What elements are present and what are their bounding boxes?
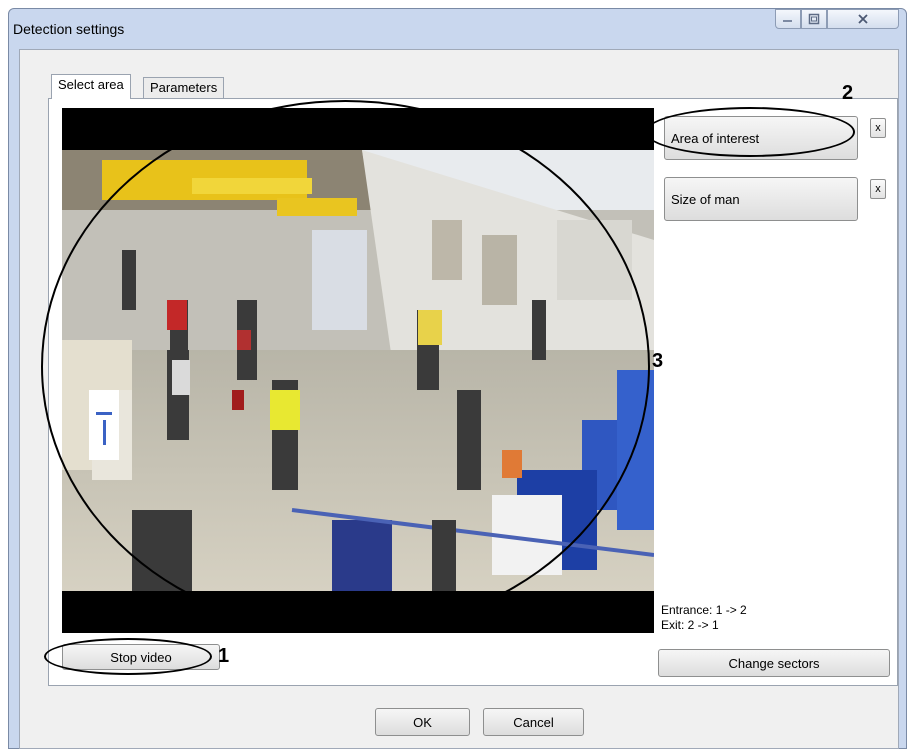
callout-3: 3 bbox=[652, 350, 664, 372]
camera-frame-image bbox=[62, 150, 654, 591]
maximize-icon bbox=[808, 13, 820, 25]
size-of-man-button[interactable]: Size of man bbox=[664, 177, 858, 221]
maximize-button[interactable] bbox=[801, 9, 827, 29]
tab-parameters[interactable]: Parameters bbox=[143, 77, 225, 99]
close-icon bbox=[858, 14, 868, 24]
entrance-info: Entrance: 1 -> 2 bbox=[661, 603, 747, 617]
window-title: Detection settings bbox=[13, 21, 125, 37]
stop-video-button[interactable]: Stop video bbox=[62, 644, 220, 670]
tab-select-area[interactable]: Select area bbox=[51, 74, 131, 99]
remove-size-of-man-button[interactable]: x bbox=[870, 179, 886, 199]
cancel-button[interactable]: Cancel bbox=[483, 708, 584, 736]
dialog-content: Select area Parameters Area of interest … bbox=[19, 49, 899, 749]
remove-area-of-interest-button[interactable]: x bbox=[870, 118, 886, 138]
detection-settings-window: Detection settings Select area Parameter… bbox=[8, 8, 907, 749]
select-area-panel: Area of interest x Size of man x Entranc… bbox=[48, 98, 898, 686]
minimize-button[interactable] bbox=[775, 9, 801, 29]
change-sectors-button[interactable]: Change sectors bbox=[658, 649, 890, 677]
exit-info: Exit: 2 -> 1 bbox=[661, 618, 719, 632]
callout-1: 1 bbox=[218, 645, 230, 667]
area-of-interest-button[interactable]: Area of interest bbox=[664, 116, 858, 160]
ok-button[interactable]: OK bbox=[375, 708, 470, 736]
minimize-icon bbox=[783, 20, 792, 22]
video-preview[interactable] bbox=[62, 108, 654, 633]
close-button[interactable] bbox=[827, 9, 899, 29]
callout-2: 2 bbox=[842, 82, 854, 104]
